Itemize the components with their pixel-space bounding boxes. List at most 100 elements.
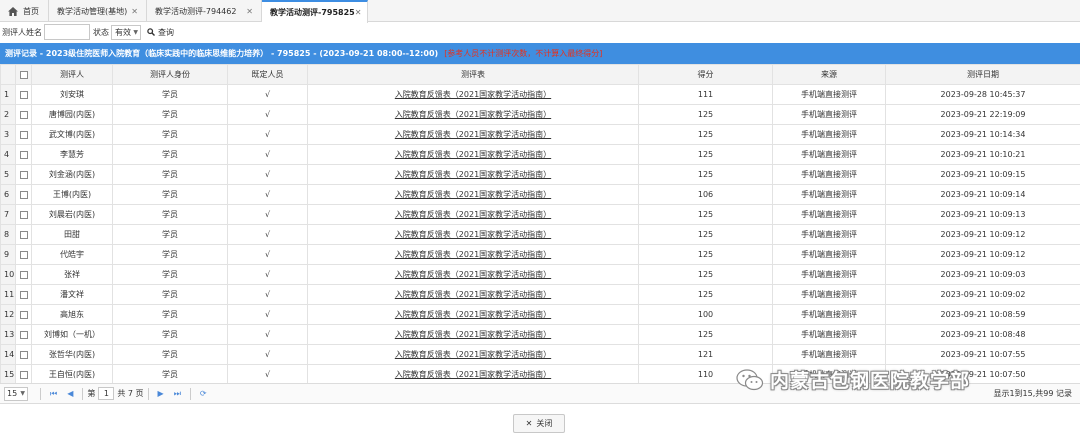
- evaluation-form-link[interactable]: 入院教育反馈表（2021国家教学活动指南）: [307, 204, 639, 225]
- row-checkbox[interactable]: [15, 284, 32, 305]
- table-row[interactable]: 13 刘博如（一机） 学员 √ 入院教育反馈表（2021国家教学活动指南） 125 手机端直…: [0, 324, 1080, 345]
- name-input[interactable]: [44, 24, 90, 40]
- close-icon[interactable]: ✕: [131, 7, 138, 16]
- evaluation-form-link[interactable]: 入院教育反馈表（2021国家教学活动指南）: [307, 104, 639, 125]
- table-row[interactable]: 12 高旭东 学员 √ 入院教育反馈表（2021国家教学活动指南） 100 手机端直接测评 2…: [0, 304, 1080, 325]
- form-link[interactable]: 入院教育反馈表（2021国家教学活动指南）: [395, 210, 551, 219]
- evaluation-form-link[interactable]: 入院教育反馈表（2021国家教学活动指南）: [307, 324, 639, 345]
- evaluation-form-link[interactable]: 入院教育反馈表（2021国家教学活动指南）: [307, 344, 639, 365]
- form-link[interactable]: 入院教育反馈表（2021国家教学活动指南）: [395, 270, 551, 279]
- table-row[interactable]: 6 王博(内医) 学员 √ 入院教育反馈表（2021国家教学活动指南） 106 手机端直接测…: [0, 184, 1080, 205]
- form-link[interactable]: 入院教育反馈表（2021国家教学活动指南）: [395, 350, 551, 359]
- tab-bar: 首页 教学活动管理(基地) ✕ 教学活动测评-794462 ✕ 教学活动测评-7…: [0, 0, 1080, 23]
- row-checkbox[interactable]: [15, 124, 32, 145]
- table-row[interactable]: 14 张哲华(内医) 学员 √ 入院教育反馈表（2021国家教学活动指南） 121 手机端直…: [0, 344, 1080, 365]
- evaluation-form-link[interactable]: 入院教育反馈表（2021国家教学活动指南）: [307, 124, 639, 145]
- table-row[interactable]: 9 代皓宇 学员 √ 入院教育反馈表（2021国家教学活动指南） 125 手机端直接测评 20…: [0, 244, 1080, 265]
- row-checkbox[interactable]: [15, 304, 32, 325]
- evaluation-form-link[interactable]: 入院教育反馈表（2021国家教学活动指南）: [307, 84, 639, 105]
- evaluation-form-link[interactable]: 入院教育反馈表（2021国家教学活动指南）: [307, 304, 639, 325]
- tab-evaluation-795825[interactable]: 教学活动测评-795825 ✕: [262, 0, 368, 23]
- table-row[interactable]: 3 武文博(内医) 学员 √ 入院教育反馈表（2021国家教学活动指南） 125 手机端直接…: [0, 124, 1080, 145]
- tab-home[interactable]: 首页: [0, 0, 49, 22]
- row-checkbox[interactable]: [15, 164, 32, 185]
- evaluation-table: 测评人 测评人身份 既定人员 测评表 得分 来源 测评日期 1 刘安琪 学员 √ 入院教…: [0, 64, 1080, 385]
- table-row[interactable]: 15 王自恒(内医) 学员 √ 入院教育反馈表（2021国家教学活动指南） 110 手机端直…: [0, 364, 1080, 385]
- form-link[interactable]: 入院教育反馈表（2021国家教学活动指南）: [395, 170, 551, 179]
- score: 111: [638, 84, 773, 105]
- table-row[interactable]: 5 刘金涵(内医) 学员 √ 入院教育反馈表（2021国家教学活动指南） 125 手机端直接…: [0, 164, 1080, 185]
- evaluation-form-link[interactable]: 入院教育反馈表（2021国家教学活动指南）: [307, 184, 639, 205]
- select-all-checkbox[interactable]: [15, 64, 32, 85]
- form-link[interactable]: 入院教育反馈表（2021国家教学活动指南）: [395, 110, 551, 119]
- row-checkbox[interactable]: [15, 204, 32, 225]
- source: 手机端直接测评: [772, 304, 886, 325]
- row-checkbox[interactable]: [15, 244, 32, 265]
- form-link[interactable]: 入院教育反馈表（2021国家教学活动指南）: [395, 150, 551, 159]
- column-header[interactable]: 测评日期: [885, 64, 1080, 85]
- score: 125: [638, 164, 773, 185]
- form-link[interactable]: 入院教育反馈表（2021国家教学活动指南）: [395, 250, 551, 259]
- tab-label: 教学活动管理(基地): [57, 6, 128, 16]
- row-checkbox[interactable]: [15, 144, 32, 165]
- last-page-icon[interactable]: ⏭: [174, 389, 181, 399]
- table-row[interactable]: 7 刘晨岩(内医) 学员 √ 入院教育反馈表（2021国家教学活动指南） 125 手机端直接…: [0, 204, 1080, 225]
- next-page-icon[interactable]: ▶: [158, 389, 164, 398]
- evaluation-form-link[interactable]: 入院教育反馈表（2021国家教学活动指南）: [307, 364, 639, 385]
- evaluation-form-link[interactable]: 入院教育反馈表（2021国家教学活动指南）: [307, 144, 639, 165]
- row-number: 7: [0, 204, 16, 225]
- refresh-icon[interactable]: ⟳: [200, 389, 207, 398]
- status-select[interactable]: 有效 ▼: [111, 24, 141, 40]
- tab-activity-management[interactable]: 教学活动管理(基地) ✕: [49, 0, 147, 22]
- table-row[interactable]: 1 刘安琪 学员 √ 入院教育反馈表（2021国家教学活动指南） 111 手机端直接测评 20…: [0, 84, 1080, 105]
- page-number-input[interactable]: 1: [98, 387, 115, 400]
- table-row[interactable]: 8 田甜 学员 √ 入院教育反馈表（2021国家教学活动指南） 125 手机端直接测评 202…: [0, 224, 1080, 245]
- evaluation-form-link[interactable]: 入院教育反馈表（2021国家教学活动指南）: [307, 164, 639, 185]
- column-header[interactable]: 来源: [772, 64, 886, 85]
- evaluation-form-link[interactable]: 入院教育反馈表（2021国家教学活动指南）: [307, 264, 639, 285]
- close-icon[interactable]: ✕: [355, 8, 362, 17]
- row-checkbox[interactable]: [15, 104, 32, 125]
- first-page-icon[interactable]: ⏮: [50, 389, 57, 399]
- row-checkbox[interactable]: [15, 264, 32, 285]
- form-link[interactable]: 入院教育反馈表（2021国家教学活动指南）: [395, 90, 551, 99]
- close-button[interactable]: ✕ 关闭: [513, 414, 565, 433]
- query-button[interactable]: 查询: [147, 27, 174, 38]
- column-header[interactable]: 测评人: [31, 64, 113, 85]
- table-row[interactable]: 4 李慧芳 学员 √ 入院教育反馈表（2021国家教学活动指南） 125 手机端直接测评 20…: [0, 144, 1080, 165]
- checkbox-icon: [19, 350, 28, 359]
- page-size-select[interactable]: 15 ▼: [4, 386, 28, 401]
- evaluation-form-link[interactable]: 入院教育反馈表（2021国家教学活动指南）: [307, 244, 639, 265]
- evaluation-form-link[interactable]: 入院教育反馈表（2021国家教学活动指南）: [307, 224, 639, 245]
- form-link[interactable]: 入院教育反馈表（2021国家教学活动指南）: [395, 370, 551, 379]
- row-checkbox[interactable]: [15, 324, 32, 345]
- row-checkbox[interactable]: [15, 184, 32, 205]
- form-link[interactable]: 入院教育反馈表（2021国家教学活动指南）: [395, 310, 551, 319]
- row-checkbox[interactable]: [15, 224, 32, 245]
- column-header[interactable]: 测评表: [307, 64, 639, 85]
- table-row[interactable]: 2 唐博园(内医) 学员 √ 入院教育反馈表（2021国家教学活动指南） 125 手机端直接…: [0, 104, 1080, 125]
- row-checkbox[interactable]: [15, 84, 32, 105]
- score: 125: [638, 284, 773, 305]
- tab-evaluation-794462[interactable]: 教学活动测评-794462 ✕: [147, 0, 262, 22]
- source: 手机端直接测评: [772, 324, 886, 345]
- source: 手机端直接测评: [772, 224, 886, 245]
- table-row[interactable]: 11 潘文祥 学员 √ 入院教育反馈表（2021国家教学活动指南） 125 手机端直接测评 2…: [0, 284, 1080, 305]
- row-number: 3: [0, 124, 16, 145]
- form-link[interactable]: 入院教育反馈表（2021国家教学活动指南）: [395, 190, 551, 199]
- form-link[interactable]: 入院教育反馈表（2021国家教学活动指南）: [395, 330, 551, 339]
- column-header[interactable]: 得分: [638, 64, 773, 85]
- row-checkbox[interactable]: [15, 344, 32, 365]
- form-link[interactable]: 入院教育反馈表（2021国家教学活动指南）: [395, 130, 551, 139]
- row-checkbox[interactable]: [15, 364, 32, 385]
- column-header[interactable]: 既定人员: [227, 64, 308, 85]
- prev-page-icon[interactable]: ◀: [67, 389, 73, 398]
- form-link[interactable]: 入院教育反馈表（2021国家教学活动指南）: [395, 230, 551, 239]
- close-icon[interactable]: ✕: [246, 7, 253, 16]
- column-header[interactable]: 测评人身份: [112, 64, 228, 85]
- table-row[interactable]: 10 张祥 学员 √ 入院教育反馈表（2021国家教学活动指南） 125 手机端直接测评 20…: [0, 264, 1080, 285]
- form-link[interactable]: 入院教育反馈表（2021国家教学活动指南）: [395, 290, 551, 299]
- evaluation-form-link[interactable]: 入院教育反馈表（2021国家教学活动指南）: [307, 284, 639, 305]
- row-number: 4: [0, 144, 16, 165]
- row-number: 2: [0, 104, 16, 125]
